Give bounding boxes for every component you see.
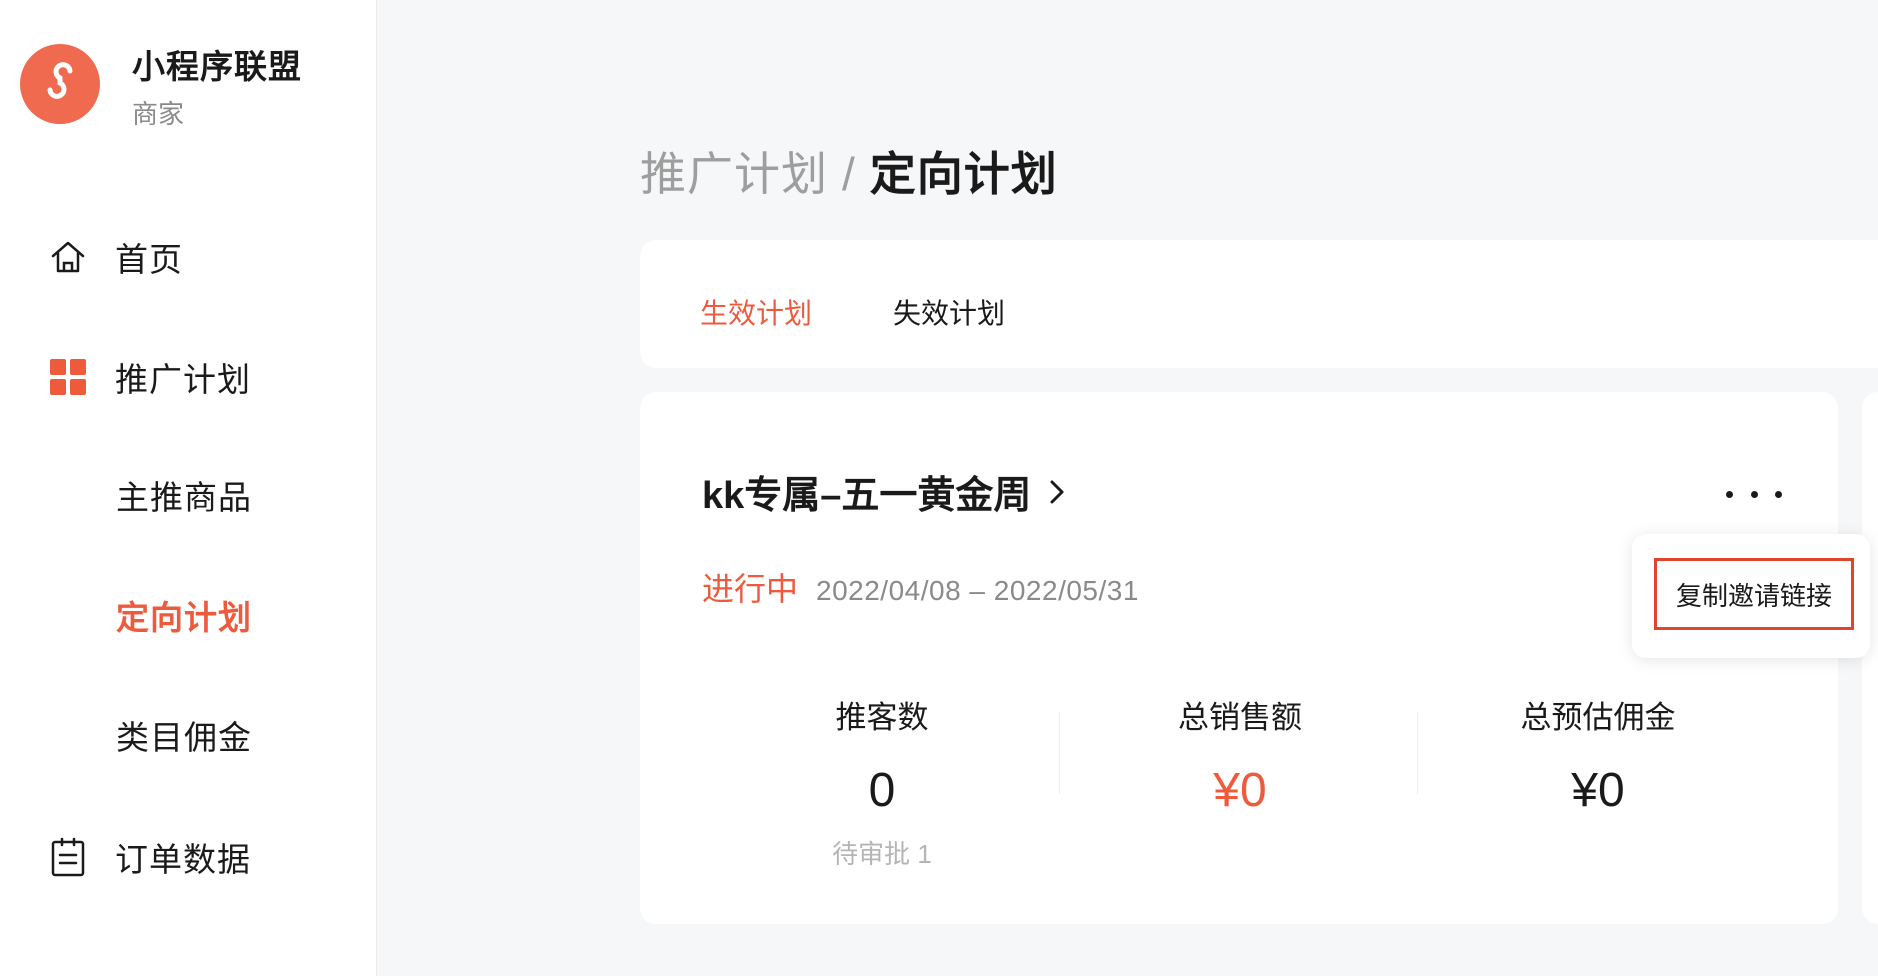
stat-label: 总销售额 [1178, 700, 1302, 735]
sidebar-item-label: 定向计划 [116, 599, 252, 636]
mini-program-logo-icon [47, 62, 73, 99]
sidebar-item-featured-products[interactable]: 主推商品 [0, 460, 376, 530]
tab-active-plans[interactable]: 生效计划 [700, 292, 812, 332]
grid-icon [48, 357, 88, 397]
status-badge: 进行中 [702, 571, 799, 607]
page-title: 定向计划 [869, 148, 1058, 200]
stat-total-sales: 总销售额 ¥0 [1120, 692, 1360, 818]
next-plan-card-edge [1862, 392, 1878, 924]
sidebar-item-label: 主推商品 [116, 479, 252, 516]
tab-expired-plans[interactable]: 失效计划 [893, 292, 1005, 332]
divider [1417, 712, 1418, 794]
more-options-menu: 复制邀请链接 [1632, 534, 1870, 658]
plan-title-link[interactable]: kk专属–五一黄金周 [702, 464, 1065, 519]
breadcrumb-parent[interactable]: 推广计划 [640, 148, 828, 200]
plan-status-row: 进行中 2022/04/08 – 2022/05/31 [702, 564, 1139, 610]
home-icon [48, 237, 88, 277]
stat-estimated-commission: 总预估佣金 ¥0 [1478, 692, 1718, 818]
divider [1059, 712, 1060, 794]
sidebar-item-targeted-plan[interactable]: 定向计划 [0, 580, 376, 650]
plan-title: kk专属–五一黄金周 [702, 475, 1032, 517]
stat-value: 0 [868, 764, 896, 817]
sidebar-item-label: 类目佣金 [116, 719, 252, 756]
chevron-right-icon [1049, 478, 1065, 506]
breadcrumb: 推广计划 / 定向计划 [640, 138, 1058, 204]
more-dot-icon [1775, 490, 1782, 498]
sidebar-item-order-data[interactable]: 订单数据 [0, 822, 376, 892]
stat-promoter-count: 推客数 0 待审批 1 [762, 692, 1002, 871]
stat-label: 推客数 [835, 700, 929, 735]
more-options-button[interactable] [1726, 482, 1782, 506]
stat-value: ¥0 [1571, 764, 1625, 817]
app-subtitle: 商家 [132, 99, 185, 129]
date-range: 2022/04/08 – 2022/05/31 [816, 575, 1139, 606]
tabs-bar: 生效计划 失效计划 [640, 240, 1878, 368]
sidebar-item-label: 首页 [115, 241, 183, 278]
app-logo [20, 44, 100, 124]
sidebar-item-label: 订单数据 [115, 841, 251, 878]
app-title: 小程序联盟 [132, 48, 302, 85]
clipboard-icon [48, 837, 88, 877]
breadcrumb-separator: / [842, 148, 856, 200]
sidebar-item-promotion-plan[interactable]: 推广计划 [0, 342, 376, 412]
sidebar-item-home[interactable]: 首页 [0, 222, 376, 292]
sidebar-item-category-commission[interactable]: 类目佣金 [0, 700, 376, 770]
plan-card: kk专属–五一黄金周 进行中 2022/04/08 – 2022/05/31 推… [640, 392, 1838, 924]
stat-value: ¥0 [1213, 764, 1267, 817]
stat-label: 总预估佣金 [1520, 700, 1676, 735]
copy-invite-link-menu-item[interactable]: 复制邀请链接 [1654, 558, 1854, 630]
pending-approval-link[interactable]: 待审批 1 [762, 834, 1002, 871]
sidebar-item-label: 推广计划 [115, 361, 251, 398]
sidebar: 小程序联盟 商家 首页 推广计划 主推商品 定向计划 类目佣金 订单数据 [0, 0, 377, 976]
more-dot-icon [1726, 490, 1733, 498]
more-dot-icon [1750, 490, 1758, 498]
